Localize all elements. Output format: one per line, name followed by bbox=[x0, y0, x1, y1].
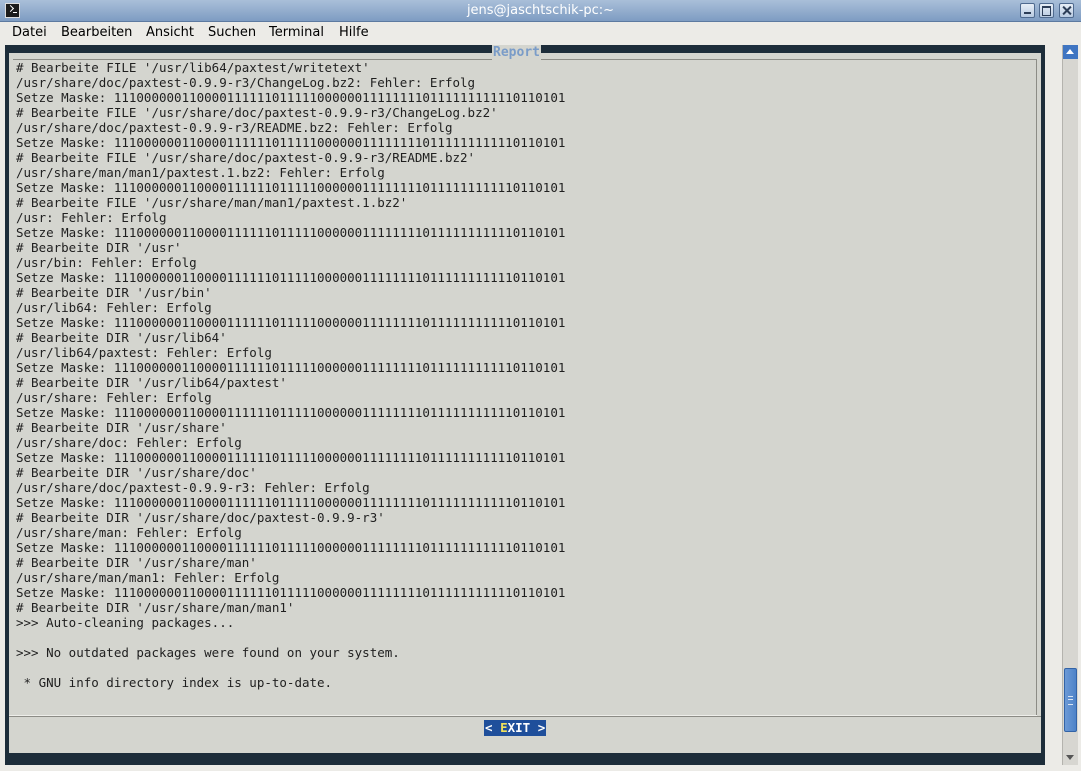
vertical-scrollbar[interactable] bbox=[1062, 45, 1078, 765]
scrollbar-thumb[interactable] bbox=[1064, 668, 1077, 732]
report-line: /usr: Fehler: Erfolg bbox=[16, 210, 167, 225]
dialog-title: Report bbox=[9, 45, 1024, 60]
report-line: /usr/share/doc/paxtest-0.9.9-r3/README.b… bbox=[16, 120, 453, 135]
scroll-down-arrow-icon[interactable] bbox=[1063, 751, 1078, 765]
menu-bar: Datei Bearbeiten Ansicht Suchen Terminal… bbox=[0, 22, 1081, 44]
report-line bbox=[16, 660, 1016, 675]
dialog-frame-right bbox=[1036, 59, 1037, 715]
terminal-area[interactable]: Report # Bearbeite FILE '/usr/lib64/paxt… bbox=[5, 45, 1045, 765]
report-line: # Bearbeite FILE '/usr/share/doc/paxtest… bbox=[16, 105, 498, 120]
report-line: Setze Maske: 111000000110000111111011111… bbox=[16, 405, 566, 420]
exit-button-hotkey: E bbox=[500, 720, 508, 735]
maximize-button[interactable] bbox=[1039, 3, 1054, 18]
report-dialog: Report # Bearbeite FILE '/usr/lib64/paxt… bbox=[9, 45, 1041, 753]
report-line: # Bearbeite FILE '/usr/lib64/paxtest/wri… bbox=[16, 60, 370, 75]
menu-ansicht[interactable]: Ansicht bbox=[146, 25, 194, 41]
report-line: Setze Maske: 111000000110000111111011111… bbox=[16, 450, 566, 465]
menu-terminal[interactable]: Terminal bbox=[269, 25, 324, 41]
report-line: /usr/share/doc/paxtest-0.9.9-r3/ChangeLo… bbox=[16, 75, 476, 90]
scroll-up-arrow-icon[interactable] bbox=[1063, 45, 1078, 59]
report-line: # Bearbeite FILE '/usr/share/doc/paxtest… bbox=[16, 150, 476, 165]
report-line: # Bearbeite DIR '/usr/lib64/paxtest' bbox=[16, 375, 287, 390]
report-line: Setze Maske: 111000000110000111111011111… bbox=[16, 180, 566, 195]
dialog-title-text: Report bbox=[492, 45, 541, 60]
report-line: Setze Maske: 111000000110000111111011111… bbox=[16, 135, 566, 150]
report-line: /usr/share/man: Fehler: Erfolg bbox=[16, 525, 242, 540]
report-line: /usr/share/man/man1/paxtest.1.bz2: Fehle… bbox=[16, 165, 385, 180]
report-line: /usr/lib64: Fehler: Erfolg bbox=[16, 300, 212, 315]
report-line: Setze Maske: 111000000110000111111011111… bbox=[16, 270, 566, 285]
report-line: Setze Maske: 111000000110000111111011111… bbox=[16, 360, 566, 375]
report-line: # Bearbeite DIR '/usr/lib64' bbox=[16, 330, 227, 345]
report-line: Setze Maske: 111000000110000111111011111… bbox=[16, 225, 566, 240]
report-line: Setze Maske: 111000000110000111111011111… bbox=[16, 540, 566, 555]
report-line: Setze Maske: 111000000110000111111011111… bbox=[16, 315, 566, 330]
report-line: /usr/share/man/man1: Fehler: Erfolg bbox=[16, 570, 280, 585]
report-line: Setze Maske: 111000000110000111111011111… bbox=[16, 90, 566, 105]
exit-button-label: XIT bbox=[507, 720, 531, 735]
grip-icon bbox=[1068, 696, 1073, 705]
terminal-window: jens@jaschtschik-pc:~ Datei Bearbeiten A… bbox=[0, 0, 1081, 771]
report-line: /usr/bin: Fehler: Erfolg bbox=[16, 255, 197, 270]
report-line: # Bearbeite DIR '/usr/share/doc' bbox=[16, 465, 257, 480]
report-line: # Bearbeite DIR '/usr/share/man' bbox=[16, 555, 257, 570]
report-line: /usr/share/doc/paxtest-0.9.9-r3: Fehler:… bbox=[16, 480, 370, 495]
menu-bearbeiten[interactable]: Bearbeiten bbox=[61, 25, 132, 41]
dialog-separator bbox=[9, 716, 1041, 717]
menu-datei[interactable]: Datei bbox=[12, 25, 47, 41]
report-line: /usr/share: Fehler: Erfolg bbox=[16, 390, 212, 405]
minimize-button[interactable] bbox=[1020, 3, 1035, 18]
report-line: # Bearbeite DIR '/usr' bbox=[16, 240, 182, 255]
report-line bbox=[16, 630, 1016, 645]
report-line: # Bearbeite DIR '/usr/bin' bbox=[16, 285, 212, 300]
exit-button-prefix: < bbox=[485, 720, 501, 735]
report-line: >>> No outdated packages were found on y… bbox=[16, 645, 400, 660]
report-line: /usr/share/doc: Fehler: Erfolg bbox=[16, 435, 242, 450]
report-line: Setze Maske: 111000000110000111111011111… bbox=[16, 495, 566, 510]
menu-hilfe[interactable]: Hilfe bbox=[339, 25, 369, 41]
report-line: # Bearbeite DIR '/usr/share/doc/paxtest-… bbox=[16, 510, 385, 525]
report-line: # Bearbeite FILE '/usr/share/man/man1/pa… bbox=[16, 195, 408, 210]
report-line: Setze Maske: 111000000110000111111011111… bbox=[16, 585, 566, 600]
window-title: jens@jaschtschik-pc:~ bbox=[466, 3, 615, 18]
report-line: # Bearbeite DIR '/usr/share' bbox=[16, 420, 227, 435]
report-line: >>> Auto-cleaning packages... bbox=[16, 615, 235, 630]
title-bar[interactable]: jens@jaschtschik-pc:~ bbox=[0, 0, 1081, 22]
exit-button-suffix: > bbox=[530, 720, 546, 735]
close-button[interactable] bbox=[1059, 3, 1074, 18]
report-text: # Bearbeite FILE '/usr/lib64/paxtest/wri… bbox=[16, 60, 1016, 690]
menu-suchen[interactable]: Suchen bbox=[208, 25, 256, 41]
report-line: # Bearbeite DIR '/usr/share/man/man1' bbox=[16, 600, 295, 615]
report-line: /usr/lib64/paxtest: Fehler: Erfolg bbox=[16, 345, 272, 360]
report-line: * GNU info directory index is up-to-date… bbox=[16, 675, 333, 690]
exit-button[interactable]: < EXIT > bbox=[484, 720, 547, 736]
